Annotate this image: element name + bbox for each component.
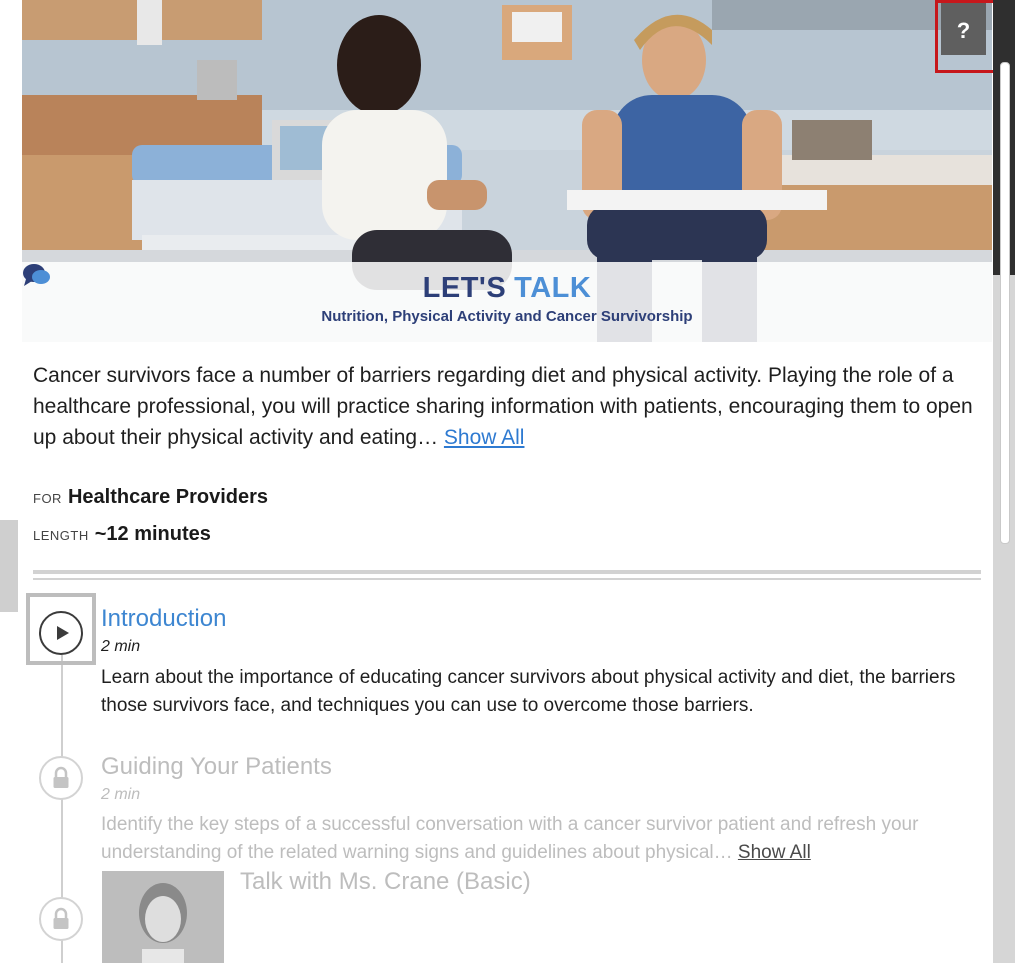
scrollbar-thumb[interactable]	[1000, 62, 1010, 544]
length-label: LENGTH	[33, 528, 89, 543]
audience-row: FOR Healthcare Providers	[33, 486, 268, 509]
course-logo: LET'S TALK Nutrition, Physical Activity …	[22, 262, 992, 342]
course-description: Cancer survivors face a number of barrie…	[33, 360, 983, 453]
divider-thin	[33, 578, 981, 580]
logo-title: LET'S TALK	[22, 264, 992, 305]
logo-word-lets: LET'S	[422, 272, 507, 304]
play-icon	[57, 626, 69, 640]
module-title: Talk with Ms. Crane (Basic)	[240, 868, 531, 895]
module-description: Learn about the importance of educating …	[101, 667, 956, 716]
show-all-link[interactable]: Show All	[444, 426, 525, 449]
hero-banner: LET'S TALK Nutrition, Physical Activity …	[22, 0, 992, 342]
module-title[interactable]: Introduction	[101, 605, 226, 633]
lock-icon	[53, 907, 69, 929]
module-duration: 2 min	[101, 786, 141, 803]
help-icon[interactable]: ?	[941, 3, 986, 55]
ms-crane-thumbnail	[102, 871, 224, 963]
module-description: Identify the key steps of a successful c…	[101, 811, 971, 867]
module-duration: 2 min	[101, 638, 141, 655]
module-title: Guiding Your Patients	[101, 753, 332, 780]
speech-bubble-icon	[23, 264, 50, 286]
lock-icon	[53, 766, 69, 788]
avatar	[102, 871, 224, 963]
length-row: LENGTH ~12 minutes	[33, 523, 211, 546]
lock-node	[39, 897, 83, 941]
course-subtitle: Nutrition, Physical Activity and Cancer …	[321, 308, 693, 325]
lock-node	[39, 756, 83, 800]
divider	[33, 570, 981, 574]
length-value: ~12 minutes	[94, 523, 211, 545]
side-panel-tab[interactable]	[0, 520, 18, 612]
play-button[interactable]	[39, 611, 83, 655]
show-all-link[interactable]: Show All	[738, 842, 811, 863]
logo-word-talk: TALK	[514, 272, 592, 304]
for-label: FOR	[33, 491, 62, 506]
for-value: Healthcare Providers	[67, 486, 269, 508]
